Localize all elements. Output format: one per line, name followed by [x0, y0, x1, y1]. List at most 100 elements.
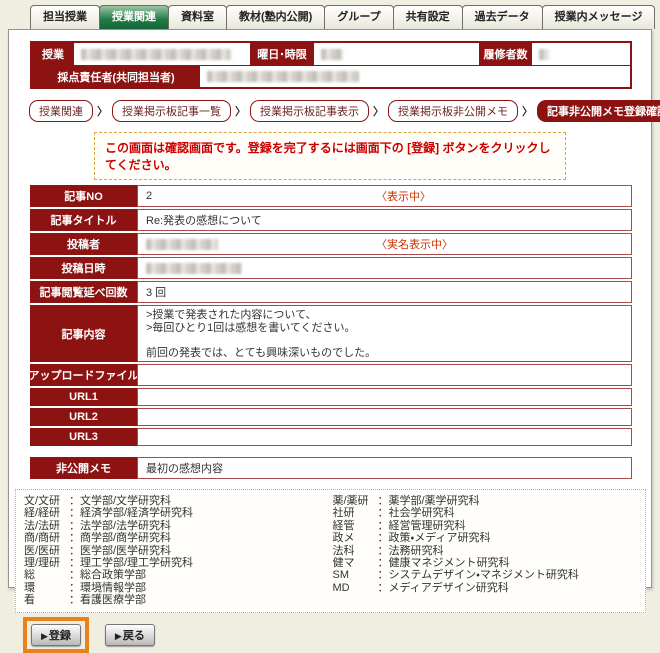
tab-groups[interactable]: グループ: [324, 5, 393, 29]
tab-teaching-materials[interactable]: 教材(塾内公開): [226, 5, 325, 29]
legend-colon: ：: [378, 545, 389, 557]
legend-name: 環境情報学部: [80, 582, 146, 594]
article-table: 記事NO 2 〈表示中〉 記事タイトル Re:発表の感想について 投稿者 〈実名…: [30, 185, 632, 446]
legend-name: 経営管理研究科: [389, 520, 466, 532]
private-memo-row: 非公開メモ 最初の感想内容: [30, 457, 632, 479]
private-memo-table: 非公開メモ 最初の感想内容: [30, 457, 632, 479]
article-title-text: Re:発表の感想について: [146, 212, 262, 228]
tab-materials-room[interactable]: 資料室: [168, 5, 227, 29]
faculty-legend-left-column: 文/文研：文学部/文学研究科 経/経研：経済学部/経済学研究科 法/法研：法学部…: [24, 495, 333, 607]
legend-abbr: MD: [333, 582, 378, 594]
confirmation-notice: この画面は確認画面です。登録を完了するには画面下の [登録] ボタンをクリックし…: [94, 132, 566, 180]
legend-colon: ：: [69, 582, 80, 594]
legend-colon: ：: [69, 545, 80, 557]
tab-assigned-classes[interactable]: 担当授業: [30, 5, 100, 29]
register-button[interactable]: ▶登録: [31, 624, 81, 646]
back-button-label: 戻る: [123, 630, 145, 642]
legend-abbr: 文/文研: [24, 495, 69, 507]
breadcrumb-current-memo-confirm: 記事非公開メモ登録確認: [537, 100, 660, 122]
private-memo-text: 最初の感想内容: [146, 460, 223, 476]
legend-name: 薬学部/薬学研究科: [389, 495, 480, 507]
legend-colon: ：: [378, 582, 389, 594]
course-grader-label: 採点責任者(共同担当者): [32, 66, 200, 87]
legend-abbr: 看: [24, 594, 69, 606]
article-url2-value: [137, 408, 632, 426]
article-url1-label: URL1: [30, 388, 137, 406]
legend-item: 法科：法務研究科: [333, 545, 642, 557]
visibility-status-badge: 〈表示中〉: [376, 188, 431, 204]
legend-name: 商学部/商学研究科: [80, 532, 171, 544]
legend-abbr: 政メ: [333, 532, 378, 544]
article-row-title: 記事タイトル Re:発表の感想について: [30, 209, 632, 231]
tab-share-settings[interactable]: 共有設定: [393, 5, 463, 29]
legend-item: SM：システムデザイン・マネジメント研究科: [333, 569, 642, 581]
redacted-enrolled-count: [539, 49, 549, 60]
breadcrumb: 授業関連 〉 授業掲示板記事一覧 〉 授業掲示板記事表示 〉 授業掲示板非公開メ…: [29, 100, 651, 122]
legend-name: 社会学研究科: [389, 507, 455, 519]
breadcrumb-separator: 〉: [373, 103, 384, 119]
breadcrumb-separator: 〉: [522, 103, 533, 119]
redacted-grader-names: [207, 71, 359, 82]
legend-colon: ：: [378, 507, 389, 519]
legend-item: 政メ：政策・メディア研究科: [333, 532, 642, 544]
legend-name: 文学部/文学研究科: [80, 495, 171, 507]
article-row-poster: 投稿者 〈実名表示中〉: [30, 233, 632, 255]
legend-colon: ：: [69, 507, 80, 519]
breadcrumb-article-view[interactable]: 授業掲示板記事表示: [250, 100, 369, 122]
legend-name: 経済学部/経済学研究科: [80, 507, 193, 519]
breadcrumb-class-related[interactable]: 授業関連: [29, 100, 93, 122]
breadcrumb-article-list[interactable]: 授業掲示板記事一覧: [112, 100, 231, 122]
tab-past-data[interactable]: 過去データ: [462, 5, 543, 29]
triangle-icon: ▶: [41, 631, 48, 641]
article-url3-label: URL3: [30, 428, 137, 446]
legend-abbr: 法/法研: [24, 520, 69, 532]
tab-class-related[interactable]: 授業関連: [99, 5, 169, 29]
legend-colon: ：: [69, 520, 80, 532]
realname-status-badge: 〈実名表示中〉: [376, 236, 453, 252]
action-button-row: ▶登録 ▶戻る: [23, 617, 651, 653]
article-no-text: 2: [146, 190, 152, 202]
legend-item: 医/医研：医学部/医学研究科: [24, 545, 333, 557]
article-view-count-text: 3 回: [146, 284, 166, 300]
article-row-view-count: 記事閲覧延べ回数 3 回: [30, 281, 632, 303]
faculty-legend: 文/文研：文学部/文学研究科 経/経研：経済学部/経済学研究科 法/法研：法学部…: [15, 489, 646, 613]
back-button[interactable]: ▶戻る: [105, 624, 155, 646]
article-posted-at-value: [137, 257, 632, 279]
triangle-icon: ▶: [115, 631, 122, 641]
article-upload-file-label: アップロードファイル: [30, 364, 137, 386]
legend-item: 理/理研：理工学部/理工学研究科: [24, 557, 333, 569]
breadcrumb-separator: 〉: [97, 103, 108, 119]
legend-item: 看：看護医療学部: [24, 594, 333, 606]
article-body-label: 記事内容: [30, 305, 137, 362]
legend-name: 法務研究科: [389, 545, 444, 557]
legend-abbr: 経管: [333, 520, 378, 532]
breadcrumb-private-memo[interactable]: 授業掲示板非公開メモ: [388, 100, 518, 122]
legend-colon: ：: [69, 532, 80, 544]
article-row-posted-at: 投稿日時: [30, 257, 632, 279]
course-class-label: 授業: [32, 43, 74, 65]
legend-abbr: 医/医研: [24, 545, 69, 557]
article-row-no: 記事NO 2 〈表示中〉: [30, 185, 632, 207]
legend-colon: ：: [378, 520, 389, 532]
article-poster-label: 投稿者: [30, 233, 137, 255]
legend-abbr: 商/商研: [24, 532, 69, 544]
tab-class-messages[interactable]: 授業内メッセージ: [542, 5, 656, 29]
course-enrolled-label: 履修者数: [479, 43, 532, 65]
article-upload-file-value: [137, 364, 632, 386]
article-no-label: 記事NO: [30, 185, 137, 207]
register-button-label: 登録: [49, 630, 71, 642]
article-title-label: 記事タイトル: [30, 209, 137, 231]
legend-abbr: 経/経研: [24, 507, 69, 519]
article-url2-label: URL2: [30, 408, 137, 426]
tab-bar: 担当授業 授業関連 資料室 教材(塾内公開) グループ 共有設定 過去データ 授…: [30, 5, 660, 29]
article-row-upload-file: アップロードファイル: [30, 364, 632, 386]
legend-item: 文/文研：文学部/文学研究科: [24, 495, 333, 507]
article-no-value: 2 〈表示中〉: [137, 185, 632, 207]
redacted-poster-name: [146, 239, 218, 250]
legend-name: システムデザイン・マネジメント研究科: [389, 569, 579, 581]
legend-colon: ：: [378, 532, 389, 544]
legend-abbr: 環: [24, 582, 69, 594]
legend-abbr: 法科: [333, 545, 378, 557]
legend-item: 総：総合政策学部: [24, 569, 333, 581]
article-row-url2: URL2: [30, 408, 632, 426]
